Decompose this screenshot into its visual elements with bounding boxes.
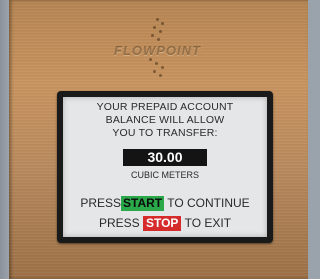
amount-unit: CUBIC METERS bbox=[130, 170, 199, 180]
stop-key[interactable]: STOP bbox=[142, 216, 182, 231]
lcd-screen: YOUR PREPAID ACCOUNT BALANCE WILL ALLOW … bbox=[63, 97, 267, 237]
continue-suffix: TO CONTINUE bbox=[167, 196, 250, 210]
exit-instruction: PRESS STOP TO EXIT bbox=[63, 216, 267, 231]
message-line-2: BALANCE WILL ALLOW bbox=[105, 114, 225, 126]
message-line-3: YOU TO TRANSFER: bbox=[112, 127, 218, 139]
message-line-1: YOUR PREPAID ACCOUNT bbox=[96, 101, 234, 113]
continue-press-label: PRESS bbox=[80, 196, 121, 210]
exit-suffix: TO EXIT bbox=[184, 216, 232, 230]
start-key[interactable]: START bbox=[121, 196, 165, 211]
exit-press-label: PRESS bbox=[98, 216, 140, 230]
continue-instruction: PRESS START TO CONTINUE bbox=[63, 196, 267, 211]
transfer-amount: 30.00 bbox=[123, 149, 207, 166]
brand-logo: FLOWPOINT bbox=[114, 43, 201, 58]
